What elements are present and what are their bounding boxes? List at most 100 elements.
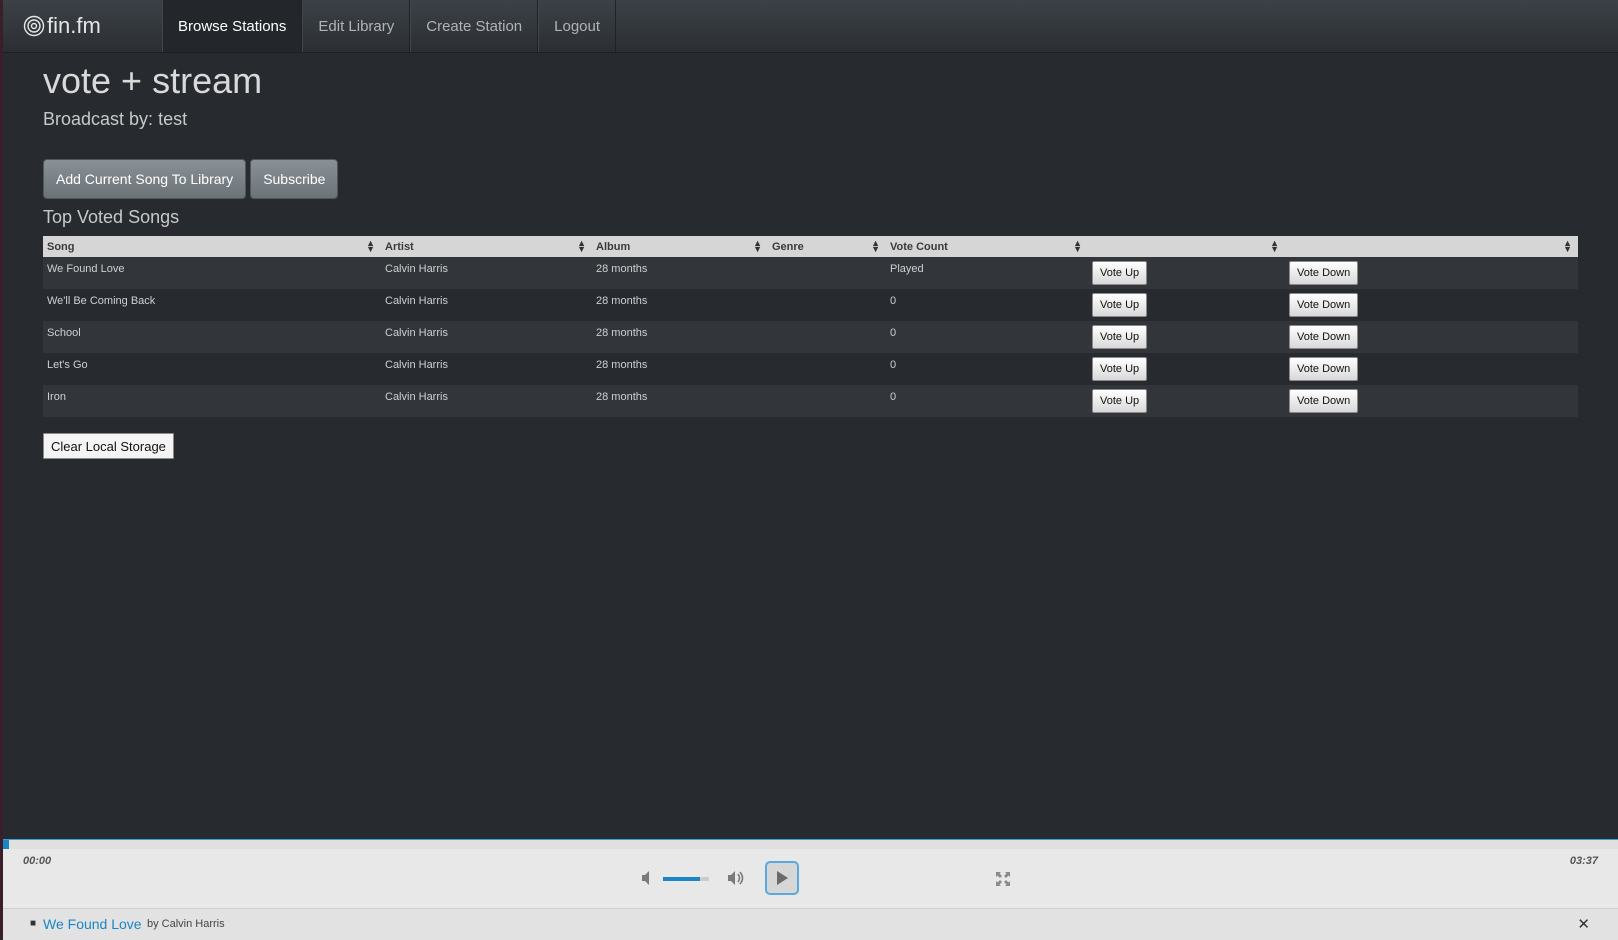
nav-browse-stations[interactable]: Browse Stations: [162, 0, 303, 52]
vote-up-button[interactable]: Vote Up: [1092, 293, 1148, 317]
volume-slider[interactable]: [663, 877, 709, 881]
cell-vote-down: Vote Down: [1285, 353, 1578, 385]
play-button[interactable]: [765, 861, 799, 895]
vote-down-button[interactable]: Vote Down: [1289, 389, 1359, 413]
sort-icon: ▲ ▼: [1073, 238, 1082, 254]
column-header-vote-up[interactable]: ▲ ▼: [1088, 236, 1285, 257]
now-playing-bar: ■ We Found Love by Calvin Harris ✕: [3, 908, 1618, 940]
table-header-row: Song ▲ ▼ Artist ▲ ▼ Album ▲ ▼ Genre ▲ ▼ Vote Cou…: [43, 236, 1578, 257]
cell-vote-down: Vote Down: [1285, 257, 1578, 289]
brand-logo[interactable]: fin.fm: [23, 12, 101, 40]
vote-up-button[interactable]: Vote Up: [1092, 389, 1148, 413]
column-header-vote-down[interactable]: ▲ ▼: [1285, 236, 1578, 257]
clear-local-storage-button[interactable]: Clear Local Storage: [43, 433, 174, 459]
vote-up-button[interactable]: Vote Up: [1092, 357, 1148, 381]
broadcaster-name: test: [158, 109, 188, 129]
cell-vote-count: 0: [886, 353, 1088, 385]
nav-edit-library[interactable]: Edit Library: [302, 0, 411, 52]
audio-player: 00:00 03:37: [3, 839, 1618, 909]
table-row: Iron Calvin Harris 28 months 0 Vote Up V…: [43, 385, 1578, 417]
subscribe-button[interactable]: Subscribe: [250, 159, 339, 199]
cell-album: 28 months: [592, 385, 768, 417]
now-playing-song-link[interactable]: We Found Love: [43, 916, 142, 932]
cell-song: We'll Be Coming Back: [43, 289, 381, 321]
sort-icon: ▲ ▼: [753, 238, 762, 254]
cell-album: 28 months: [592, 289, 768, 321]
cell-song: We Found Love: [43, 257, 381, 289]
duration-time: 03:37: [1569, 855, 1598, 867]
now-playing-artist: by Calvin Harris: [147, 918, 225, 930]
cell-vote-count: 0: [886, 289, 1088, 321]
fullscreen-icon[interactable]: [995, 871, 1011, 887]
nav-create-station[interactable]: Create Station: [410, 0, 539, 52]
nav-logout[interactable]: Logout: [538, 0, 617, 52]
add-song-to-library-button[interactable]: Add Current Song To Library: [43, 159, 247, 199]
cell-vote-up: Vote Up: [1088, 321, 1285, 353]
cell-song: Let's Go: [43, 353, 381, 385]
cell-artist: Calvin Harris: [381, 353, 592, 385]
cell-vote-up: Vote Up: [1088, 289, 1285, 321]
table-row: School Calvin Harris 28 months 0 Vote Up…: [43, 321, 1578, 353]
column-header-genre[interactable]: Genre ▲ ▼: [768, 236, 886, 257]
cell-artist: Calvin Harris: [381, 257, 592, 289]
sort-icon: ▲ ▼: [1563, 238, 1572, 254]
app-window: fin.fm Browse Stations Edit Library Crea…: [0, 0, 1618, 940]
cell-vote-down: Vote Down: [1285, 385, 1578, 417]
cell-genre: [768, 385, 886, 417]
close-icon[interactable]: ✕: [1577, 915, 1590, 933]
column-header-album[interactable]: Album ▲ ▼: [592, 236, 768, 257]
cell-genre: [768, 321, 886, 353]
page-title: vote + stream: [43, 60, 263, 101]
cell-vote-down: Vote Down: [1285, 289, 1578, 321]
vote-down-button[interactable]: Vote Down: [1289, 357, 1359, 381]
cell-vote-count: Played: [886, 257, 1088, 289]
progress-fill: [3, 840, 10, 849]
sort-icon: ▲ ▼: [1270, 238, 1279, 254]
column-header-vote-count[interactable]: Vote Count ▲ ▼: [886, 236, 1088, 257]
cell-artist: Calvin Harris: [381, 385, 592, 417]
nav-menu: Browse Stations Edit Library Create Stat…: [162, 0, 617, 52]
cell-song: School: [43, 321, 381, 353]
target-icon: [23, 15, 45, 37]
brand-name: fin.fm: [47, 13, 101, 38]
section-title: Top Voted Songs: [43, 207, 180, 227]
window-edge: [0, 0, 3, 939]
progress-bar[interactable]: [3, 840, 1618, 849]
vote-down-button[interactable]: Vote Down: [1289, 261, 1359, 285]
table-row: Let's Go Calvin Harris 28 months 0 Vote …: [43, 353, 1578, 385]
songs-table: Song ▲ ▼ Artist ▲ ▼ Album ▲ ▼ Genre ▲ ▼ Vote Cou…: [43, 236, 1578, 417]
broadcast-label: Broadcast by:: [43, 109, 154, 129]
cell-genre: [768, 353, 886, 385]
cell-vote-down: Vote Down: [1285, 321, 1578, 353]
volume-max-icon[interactable]: [726, 869, 746, 887]
sort-icon: ▲ ▼: [871, 238, 880, 254]
cell-album: 28 months: [592, 257, 768, 289]
cell-artist: Calvin Harris: [381, 289, 592, 321]
mute-icon[interactable]: [640, 870, 656, 886]
vote-down-button[interactable]: Vote Down: [1289, 325, 1359, 349]
table-row: We'll Be Coming Back Calvin Harris 28 mo…: [43, 289, 1578, 321]
cell-genre: [768, 289, 886, 321]
column-header-artist[interactable]: Artist ▲ ▼: [381, 236, 592, 257]
play-icon: [777, 871, 788, 885]
current-time: 00:00: [23, 855, 52, 867]
table-row: We Found Love Calvin Harris 28 months Pl…: [43, 257, 1578, 289]
vote-up-button[interactable]: Vote Up: [1092, 261, 1148, 285]
bullet-icon: ■: [30, 918, 37, 929]
broadcast-info: Broadcast by: test: [43, 109, 187, 130]
column-header-song[interactable]: Song ▲ ▼: [43, 236, 381, 257]
cell-vote-up: Vote Up: [1088, 257, 1285, 289]
cell-genre: [768, 257, 886, 289]
cell-vote-count: 0: [886, 385, 1088, 417]
cell-vote-up: Vote Up: [1088, 353, 1285, 385]
sort-icon: ▲ ▼: [577, 238, 586, 254]
cell-song: Iron: [43, 385, 381, 417]
cell-album: 28 months: [592, 321, 768, 353]
vote-down-button[interactable]: Vote Down: [1289, 293, 1359, 317]
top-navbar: fin.fm Browse Stations Edit Library Crea…: [3, 0, 1618, 53]
sort-icon: ▲ ▼: [366, 238, 375, 254]
cell-artist: Calvin Harris: [381, 321, 592, 353]
volume-fill: [663, 877, 700, 881]
vote-up-button[interactable]: Vote Up: [1092, 325, 1148, 349]
action-buttons: Add Current Song To Library Subscribe: [43, 159, 339, 199]
